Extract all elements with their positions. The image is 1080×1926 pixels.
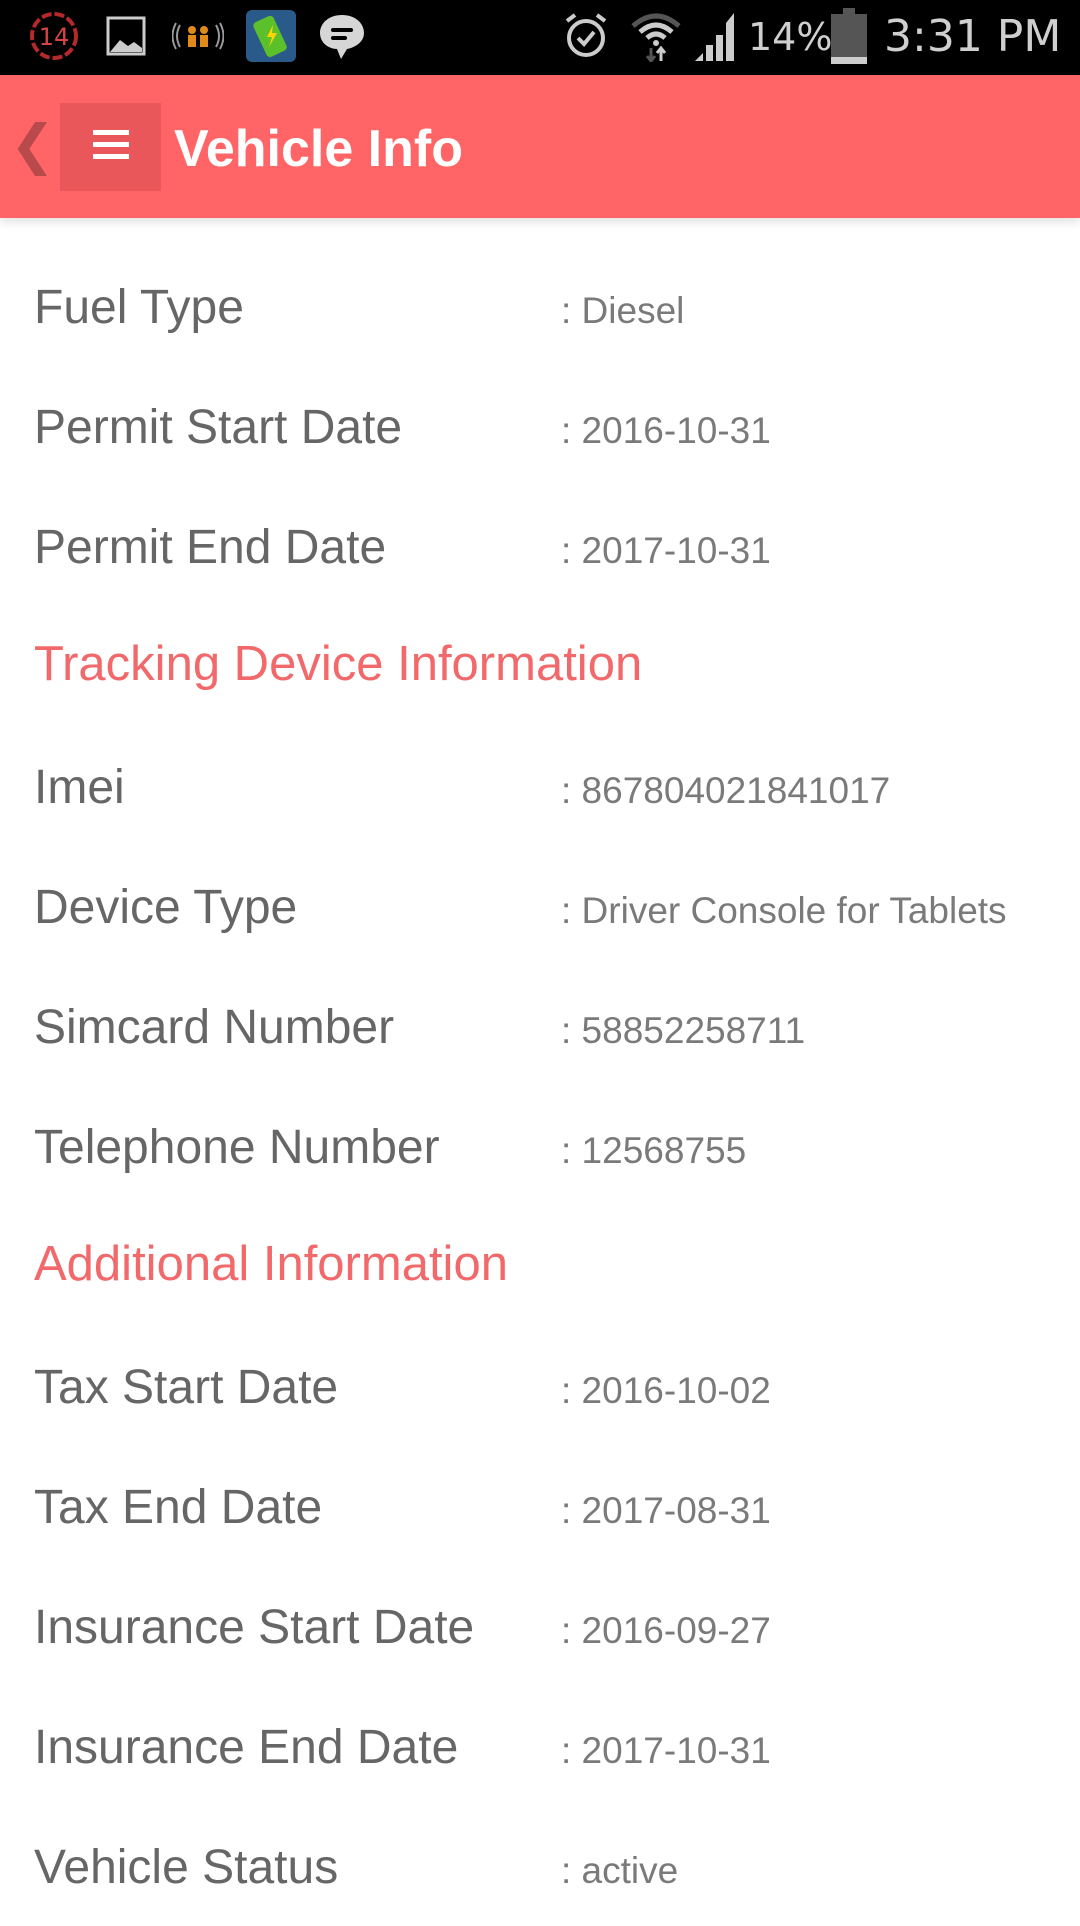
row-value: : Diesel [561, 290, 685, 331]
hotspot-people-icon [172, 10, 224, 62]
row-label: Permit Start Date [34, 401, 403, 454]
info-row-device-type: Device Type : Driver Console for Tablets [0, 846, 1080, 966]
row-value: : active [561, 1850, 679, 1891]
row-label: Tax End Date [34, 1481, 323, 1534]
app-bar: ❮ Vehicle Info [0, 75, 1080, 218]
gallery-icon [104, 10, 148, 62]
row-value: : 867804021841017 [561, 770, 891, 811]
info-row-fuel-type: Fuel Type : Diesel [0, 246, 1080, 366]
info-row-vehicle-status: Vehicle Status : active [0, 1806, 1080, 1926]
info-row-insurance-end-date: Insurance End Date : 2017-10-31 [0, 1686, 1080, 1806]
row-value: : 58852258711 [561, 1010, 806, 1051]
battery-icon [830, 8, 868, 64]
info-row-tax-start-date: Tax Start Date : 2016-10-02 [0, 1326, 1080, 1446]
signal-icon [692, 10, 742, 62]
battery-percent: 14% [748, 15, 833, 59]
row-label: Tax Start Date [34, 1361, 339, 1414]
row-label: Imei [34, 761, 125, 814]
clock: 3:31 PM [884, 11, 1062, 62]
status-bar: 14 14% 3:31 PM [0, 0, 1080, 75]
alarm-icon [560, 10, 612, 62]
row-label: Fuel Type [34, 281, 244, 334]
back-chevron-icon[interactable]: ❮ [10, 115, 55, 175]
row-label: Device Type [34, 881, 298, 934]
info-row-telephone-number: Telephone Number : 12568755 [0, 1086, 1080, 1206]
page-title: Vehicle Info [174, 120, 463, 178]
info-row-insurance-start-date: Insurance Start Date : 2016-09-27 [0, 1566, 1080, 1686]
notification-count: 14 [39, 23, 70, 51]
messenger-icon [316, 10, 368, 62]
info-row-imei: Imei : 867804021841017 [0, 726, 1080, 846]
row-value: : 2017-10-31 [561, 1730, 771, 1771]
info-row-simcard-number: Simcard Number : 58852258711 [0, 966, 1080, 1086]
row-value: : Driver Console for Tablets [561, 890, 1007, 931]
row-value: : 2016-10-02 [561, 1370, 771, 1411]
row-label: Simcard Number [34, 1001, 395, 1054]
row-value: : 2017-08-31 [561, 1490, 771, 1531]
row-label: Insurance End Date [34, 1721, 459, 1774]
info-row-tax-end-date: Tax End Date : 2017-08-31 [0, 1446, 1080, 1566]
info-row-permit-start-date: Permit Start Date : 2016-10-31 [0, 366, 1080, 486]
row-value: : 2016-09-27 [561, 1610, 771, 1651]
battery-app-icon [244, 10, 298, 62]
row-label: Permit End Date [34, 521, 387, 574]
row-label: Insurance Start Date [34, 1601, 475, 1654]
row-value: : 2016-10-31 [561, 410, 771, 451]
info-row-permit-end-date: Permit End Date : 2017-10-31 [0, 486, 1080, 606]
wifi-icon [628, 10, 684, 62]
menu-button[interactable] [60, 103, 161, 191]
row-label: Vehicle Status [34, 1841, 339, 1894]
section-heading-additional-information: Additional Information [34, 1237, 508, 1291]
section-heading-tracking-device: Tracking Device Information [34, 637, 643, 691]
notification-count-icon: 14 [24, 10, 84, 62]
row-value: : 12568755 [561, 1130, 747, 1171]
row-value: : 2017-10-31 [561, 530, 771, 571]
hamburger-menu-icon [92, 129, 129, 165]
row-label: Telephone Number [34, 1121, 440, 1174]
